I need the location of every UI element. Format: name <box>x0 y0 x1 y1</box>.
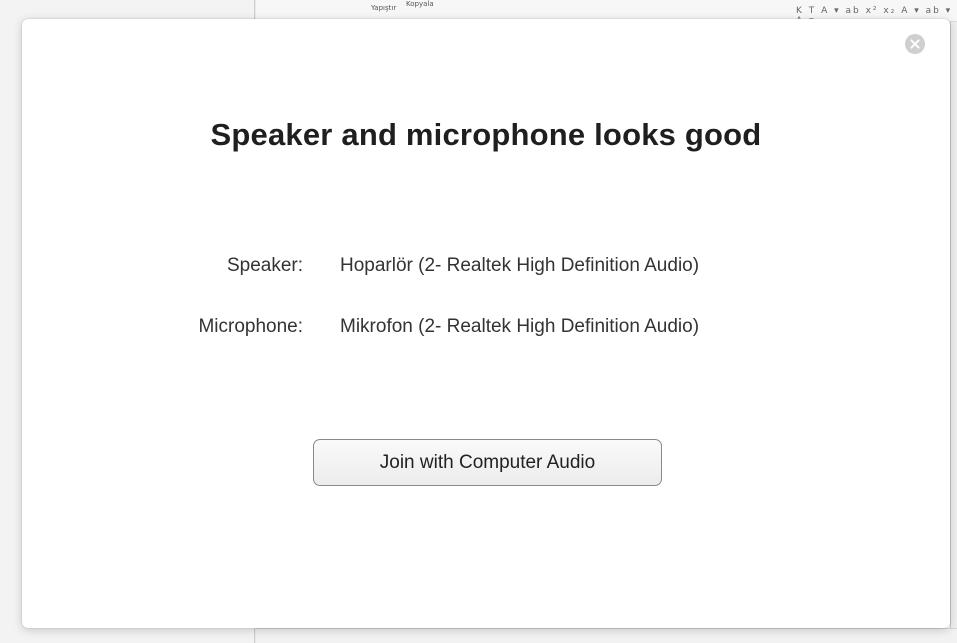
speaker-device-value: Hoparlör (2- Realtek High Definition Aud… <box>340 255 700 276</box>
background-scrollbar <box>950 22 957 643</box>
audio-test-dialog: Speaker and microphone looks good Speake… <box>22 19 950 628</box>
dialog-title: Speaker and microphone looks good <box>210 117 762 152</box>
ribbon-copy-label: Kopyala <box>406 0 434 8</box>
ribbon-paste-label: Yapıştır <box>371 4 397 12</box>
microphone-row: Microphone: Mikrofon (2- Realtek High De… <box>22 316 950 344</box>
microphone-device-value: Mikrofon (2- Realtek High Definition Aud… <box>340 316 700 337</box>
join-computer-audio-button[interactable]: Join with Computer Audio <box>313 439 662 486</box>
background-status-strip <box>256 628 957 643</box>
close-icon[interactable] <box>905 34 925 54</box>
microphone-label: Microphone: <box>198 316 303 337</box>
speaker-row: Speaker: Hoparlör (2- Realtek High Defin… <box>22 255 950 283</box>
speaker-label: Speaker: <box>226 255 303 276</box>
